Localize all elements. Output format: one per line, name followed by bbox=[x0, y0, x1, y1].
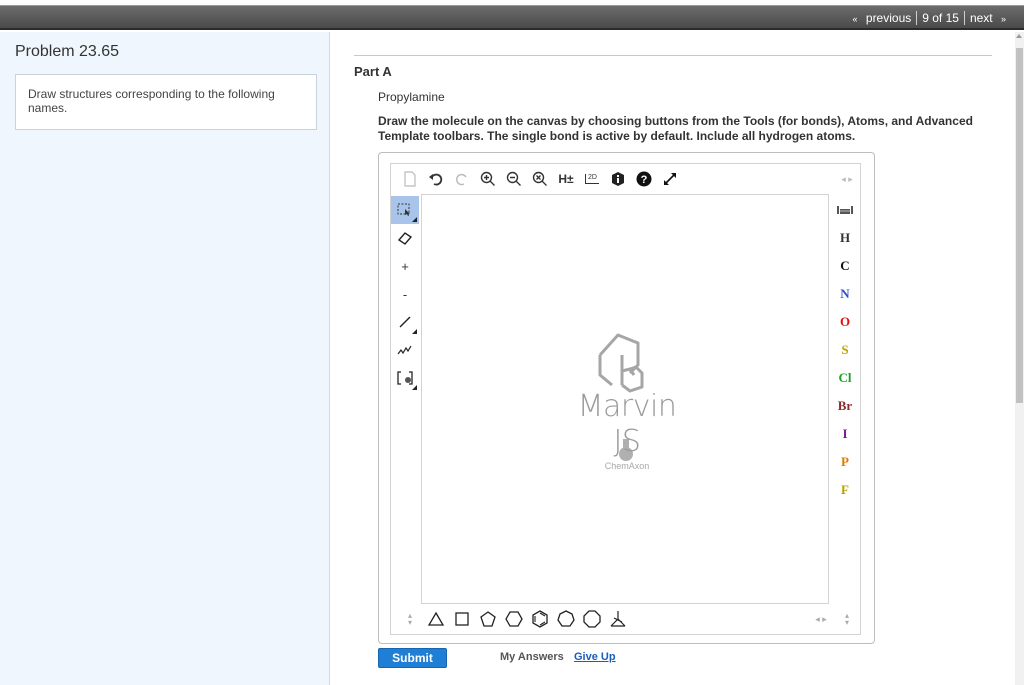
info-icon[interactable] bbox=[605, 166, 631, 192]
clean-2d-button[interactable]: 2D bbox=[579, 166, 605, 192]
top-toolbar: H± 2D ? ◂ ▸ bbox=[391, 164, 860, 194]
editor-frame: H± 2D ? ◂ ▸ + - Marvin JS ChemAxon H C N… bbox=[390, 163, 861, 635]
problem-position: 9 of 15 bbox=[922, 11, 959, 25]
select-icon bbox=[397, 203, 410, 216]
cyclohexane-template[interactable] bbox=[501, 606, 527, 632]
bracket-icon bbox=[397, 371, 413, 385]
benzene-template[interactable] bbox=[527, 606, 553, 632]
part-label: Part A bbox=[354, 64, 392, 79]
template-scroll-icon[interactable]: ▴ ▾ bbox=[397, 606, 423, 632]
page-scrollbar[interactable] bbox=[1015, 32, 1024, 685]
question-box: Draw structures corresponding to the fol… bbox=[15, 74, 317, 130]
drawing-canvas[interactable]: Marvin JS ChemAxon bbox=[421, 194, 829, 604]
zoom-reset-icon[interactable] bbox=[527, 166, 553, 192]
template-scroll-icon[interactable]: ▴ ▾ bbox=[834, 606, 860, 632]
hydrogens-label: H± bbox=[558, 172, 574, 186]
scrollbar-thumb[interactable] bbox=[1016, 48, 1023, 403]
submit-button[interactable]: Submit bbox=[378, 648, 447, 668]
next-link[interactable]: next » bbox=[965, 11, 1016, 25]
atoms-toolbar: H C N O S Cl Br I P F bbox=[830, 196, 860, 504]
atom-button-s[interactable]: S bbox=[830, 336, 860, 364]
cyclopentane-template[interactable] bbox=[475, 606, 501, 632]
divider bbox=[354, 55, 992, 56]
charge-minus-button[interactable]: - bbox=[391, 280, 419, 308]
new-document-icon[interactable] bbox=[397, 166, 423, 192]
my-answers-label: My Answers bbox=[500, 651, 564, 663]
cyclopropane-template[interactable] bbox=[423, 606, 449, 632]
atom-button-c[interactable]: C bbox=[830, 252, 860, 280]
bicyclic-template[interactable] bbox=[605, 606, 631, 632]
atom-button-i[interactable]: I bbox=[830, 420, 860, 448]
tools-toolbar: + - bbox=[391, 196, 419, 392]
hydrogens-button[interactable]: H± bbox=[553, 166, 579, 192]
problem-navigation: « previous 9 of 15 next » bbox=[843, 11, 1016, 25]
charge-plus-button[interactable]: + bbox=[391, 252, 419, 280]
eraser-icon bbox=[397, 232, 413, 245]
give-up-link[interactable]: Give Up bbox=[574, 651, 616, 663]
svg-text:?: ? bbox=[641, 174, 648, 186]
redo-icon[interactable] bbox=[449, 166, 475, 192]
charge-plus-label: + bbox=[401, 258, 409, 274]
atom-button-br[interactable]: Br bbox=[830, 392, 860, 420]
atom-button-cl[interactable]: Cl bbox=[830, 364, 860, 392]
marvin-brand-text: Marvin JS bbox=[577, 389, 677, 459]
zoom-out-icon[interactable] bbox=[501, 166, 527, 192]
bracket-tool-button[interactable] bbox=[391, 364, 419, 392]
atom-button-h[interactable]: H bbox=[830, 224, 860, 252]
cyclooctane-template[interactable] bbox=[579, 606, 605, 632]
periodic-table-icon[interactable] bbox=[830, 196, 860, 224]
submenu-indicator bbox=[412, 329, 417, 334]
chain-tool-button[interactable] bbox=[391, 336, 419, 364]
template-toolbar: ▴ ▾ ◂ ▸ ▴ ▾ bbox=[391, 604, 860, 634]
problem-sidebar: Problem 23.65 Draw structures correspond… bbox=[0, 32, 330, 685]
top-navigation-bar: « previous 9 of 15 next » bbox=[0, 6, 1024, 30]
marvin-editor: H± 2D ? ◂ ▸ + - Marvin JS ChemAxon H C N… bbox=[378, 152, 875, 644]
problem-title: Problem 23.65 bbox=[15, 43, 120, 60]
chain-icon bbox=[397, 345, 412, 355]
help-icon[interactable]: ? bbox=[631, 166, 657, 192]
question-text: Draw structures corresponding to the fol… bbox=[28, 87, 275, 115]
select-tool-button[interactable] bbox=[391, 196, 419, 224]
cyclobutane-template[interactable] bbox=[449, 606, 475, 632]
fullscreen-icon[interactable] bbox=[657, 166, 683, 192]
zoom-in-icon[interactable] bbox=[475, 166, 501, 192]
compound-name: Propylamine bbox=[378, 90, 445, 104]
atom-button-p[interactable]: P bbox=[830, 448, 860, 476]
undo-icon[interactable] bbox=[423, 166, 449, 192]
atom-button-o[interactable]: O bbox=[830, 308, 860, 336]
single-bond-icon bbox=[399, 316, 411, 328]
chemaxon-text: ChemAxon bbox=[604, 461, 650, 471]
single-bond-button[interactable] bbox=[391, 308, 419, 336]
atom-button-n[interactable]: N bbox=[830, 280, 860, 308]
cycloheptane-template[interactable] bbox=[553, 606, 579, 632]
clean-2d-label: 2D bbox=[585, 174, 599, 184]
next-label[interactable]: next bbox=[970, 11, 993, 25]
toolbar-scroll-icon[interactable]: ◂ ▸ bbox=[834, 166, 860, 192]
atom-button-f[interactable]: F bbox=[830, 476, 860, 504]
previous-link[interactable]: « previous bbox=[843, 11, 917, 25]
charge-minus-label: - bbox=[402, 286, 408, 302]
eraser-tool-button[interactable] bbox=[391, 224, 419, 252]
template-nav-icon[interactable]: ◂ ▸ bbox=[808, 606, 834, 632]
scroll-up-icon[interactable] bbox=[1016, 34, 1022, 38]
previous-label[interactable]: previous bbox=[866, 11, 911, 25]
submenu-indicator bbox=[412, 385, 417, 390]
submenu-indicator bbox=[412, 217, 417, 222]
instructions: Draw the molecule on the canvas by choos… bbox=[378, 114, 973, 143]
